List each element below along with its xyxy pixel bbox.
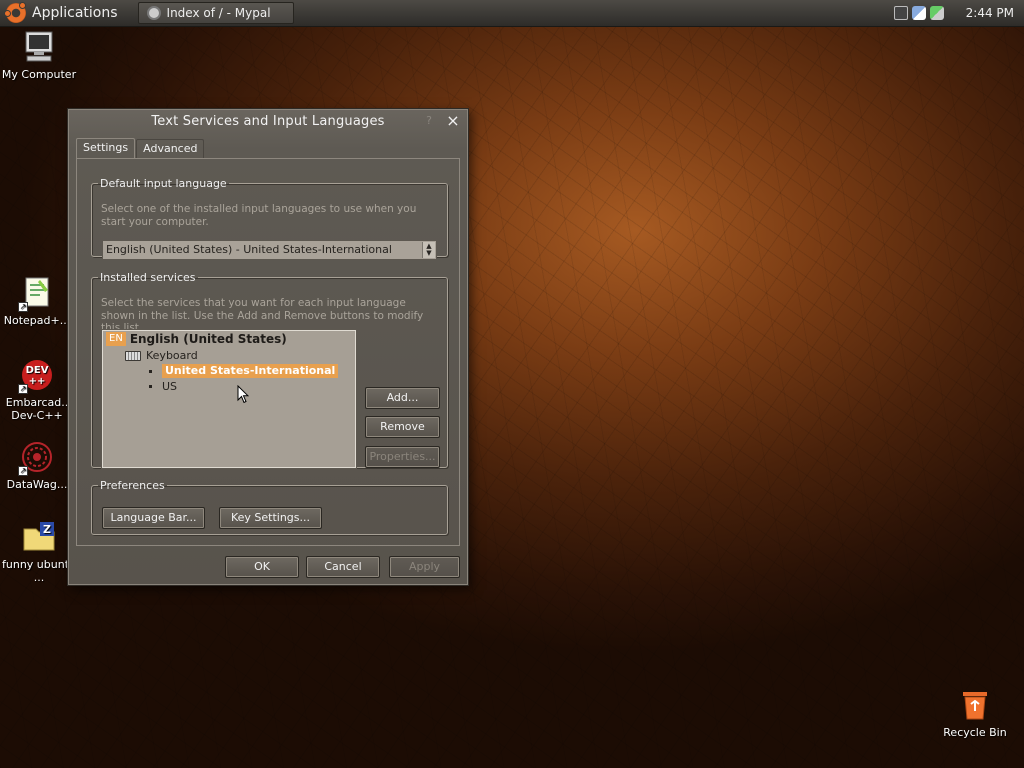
desktop-icon-label: Notepad+... [3,314,71,327]
group-legend: Default input language [100,177,227,190]
svg-text:Z: Z [43,523,51,536]
installed-services-group: Installed services Select the services t… [91,271,448,468]
key-settings-button[interactable]: Key Settings... [219,507,322,529]
applications-menu[interactable]: Applications [0,0,126,27]
language-bar-button[interactable]: Language Bar... [102,507,205,529]
keyboard-icon [125,350,141,361]
layout-label-selected: United States-International [162,364,339,378]
remove-button[interactable]: Remove [365,416,440,438]
services-tree[interactable]: EN English (United States) Keyboard Unit… [102,330,356,468]
ubuntu-logo-icon [4,2,26,23]
system-tray: 2:44 PM [893,0,1024,27]
close-button[interactable]: × [445,112,461,130]
help-button[interactable]: ? [423,115,435,127]
tab-bar: Settings Advanced [76,138,205,159]
layout-label: US [162,380,178,393]
group-description: Select the services that you want for ea… [101,297,424,334]
dialog-title: Text Services and Input Languages [151,114,385,129]
keyboard-indicator-icon[interactable] [893,6,908,20]
desktop-icon-label: Recycle Bin [943,726,1007,739]
selected-language-value: English (United States) - United States-… [106,243,392,256]
language-name: English (United States) [129,332,287,346]
recycle-bin-icon [958,688,992,722]
datawagon-icon: ↗ [18,440,54,476]
taskbar-window-title: Index of / - Mypal [166,6,271,20]
ok-button[interactable]: OK [225,556,299,578]
computer-icon [22,30,56,64]
tree-item-keyboard[interactable]: Keyboard [125,349,198,362]
update-notifier-icon[interactable] [929,6,944,20]
svg-text:DEV: DEV [26,365,49,376]
desktop-icon-label: My Computer [1,68,77,81]
dialog-title-bar[interactable]: Text Services and Input Languages ? × [68,109,468,135]
desktop-icon-label: DataWag... [6,478,68,491]
network-icon[interactable] [911,6,926,20]
spinner-arrows-icon[interactable]: ▲ ▼ [422,242,435,258]
group-description: Select one of the installed input langua… [101,203,417,228]
tab-settings[interactable]: Settings [76,138,136,158]
desktop-icon-my-computer[interactable]: My Computer [0,30,78,81]
desktop-icon-notepadpp[interactable]: ↗ Notepad+... [0,276,76,327]
mouse-pointer-icon [237,385,249,404]
group-legend: Installed services [100,271,196,284]
notepadpp-icon: ↗ [18,276,54,312]
settings-tab-page: Default input language Select one of the… [76,158,460,546]
desktop-icon-datawagon[interactable]: ↗ DataWag... [0,440,76,491]
preferences-group: Preferences Language Bar... Key Settings… [91,479,448,535]
language-badge: EN [106,332,126,346]
bullet-icon [149,385,152,388]
mypal-browser-icon [146,6,161,20]
tree-item-language[interactable]: EN English (United States) [106,332,287,346]
tab-advanced[interactable]: Advanced [136,139,205,158]
properties-button[interactable]: Properties... [365,446,440,468]
text-services-dialog: Text Services and Input Languages ? × Se… [67,108,469,586]
apply-button[interactable]: Apply [389,556,460,578]
top-panel: Applications Index of / - Mypal 2:44 PM [0,0,1024,27]
devcpp-icon: DEV ++ ↗ [18,358,54,394]
default-language-select[interactable]: English (United States) - United States-… [102,240,437,260]
cancel-button[interactable]: Cancel [306,556,380,578]
desktop-icon-devcpp[interactable]: DEV ++ ↗ Embarcad.. Dev-C++ [0,358,76,422]
tree-item-layout[interactable]: United States-International [149,364,339,378]
desktop-icon-label: Embarcad.. Dev-C++ [5,396,69,422]
desktop-icon-recycle-bin[interactable]: Recycle Bin [936,688,1014,739]
group-legend: Preferences [100,479,165,492]
taskbar-window-button[interactable]: Index of / - Mypal [137,2,294,24]
svg-text:++: ++ [29,376,46,387]
zip-folder-icon: Z [22,520,56,554]
default-input-language-group: Default input language Select one of the… [91,177,448,260]
bullet-icon [149,369,152,373]
tree-item-layout[interactable]: US [149,380,177,393]
clock[interactable]: 2:44 PM [966,6,1014,20]
applications-label: Applications [32,5,118,21]
add-button[interactable]: Add... [365,387,440,409]
category-label: Keyboard [146,349,198,362]
